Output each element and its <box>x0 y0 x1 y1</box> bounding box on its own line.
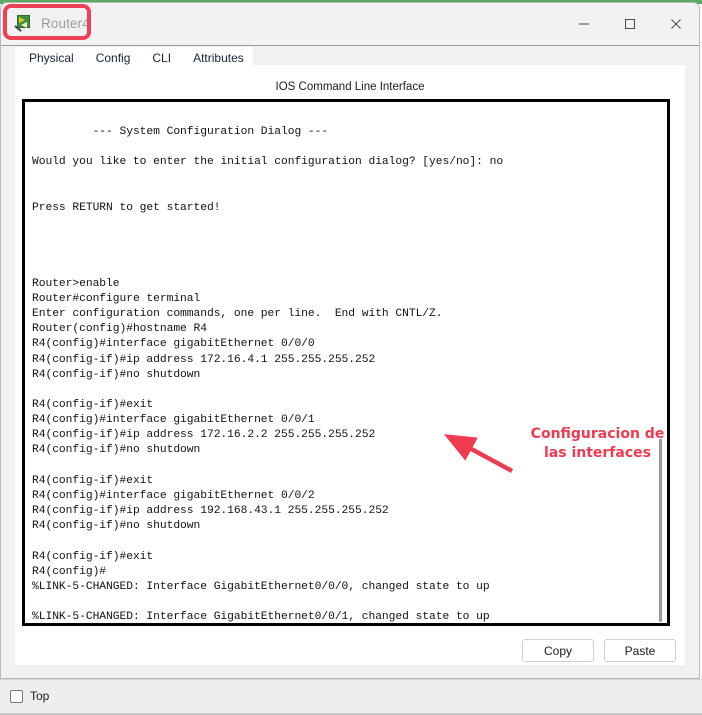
window-controls <box>561 3 699 45</box>
tab-physical-label: Physical <box>29 51 74 65</box>
tab-config[interactable]: Config <box>96 47 131 65</box>
close-icon <box>671 19 681 29</box>
tab-attributes[interactable]: Attributes <box>193 47 244 65</box>
copy-button-label: Copy <box>543 643 572 658</box>
tab-cli-label: CLI <box>152 51 172 65</box>
terminal-scrollbar[interactable] <box>659 434 662 622</box>
cli-panel-header: IOS Command Line Interface <box>275 81 425 93</box>
paste-button-label: Paste <box>624 643 656 658</box>
minimize-icon <box>579 23 589 25</box>
maximize-button[interactable] <box>607 3 653 45</box>
bottom-status-bar: Top <box>0 679 702 714</box>
close-button[interactable] <box>653 3 699 45</box>
cli-action-buttons: Copy Paste <box>15 639 685 665</box>
tab-physical[interactable]: Physical <box>29 47 74 65</box>
tab-cli[interactable]: CLI <box>149 47 175 69</box>
tab-attributes-label: Attributes <box>193 51 244 65</box>
top-checkbox[interactable] <box>10 689 23 703</box>
minimize-button[interactable] <box>561 3 607 45</box>
copy-button[interactable]: Copy <box>522 639 594 662</box>
window-title-group: Router4 <box>14 14 90 32</box>
paste-button[interactable]: Paste <box>604 639 676 662</box>
window-titlebar[interactable]: Router4 <box>1 3 699 46</box>
tab-config-label: Config <box>95 51 131 65</box>
maximize-icon <box>625 19 635 29</box>
router-icon <box>14 14 33 32</box>
cli-panel: IOS Command Line Interface --- System Co… <box>15 65 685 665</box>
top-checkbox-row[interactable]: Top <box>10 689 49 703</box>
top-checkbox-label: Top <box>30 689 50 703</box>
window-title: Router4 <box>41 15 90 31</box>
router-cli-window: Router4 Physical Config CLI Attributes I… <box>0 2 700 679</box>
terminal-output-area[interactable]: --- System Configuration Dialog --- Woul… <box>22 99 670 626</box>
terminal-text: --- System Configuration Dialog --- Woul… <box>32 126 504 624</box>
